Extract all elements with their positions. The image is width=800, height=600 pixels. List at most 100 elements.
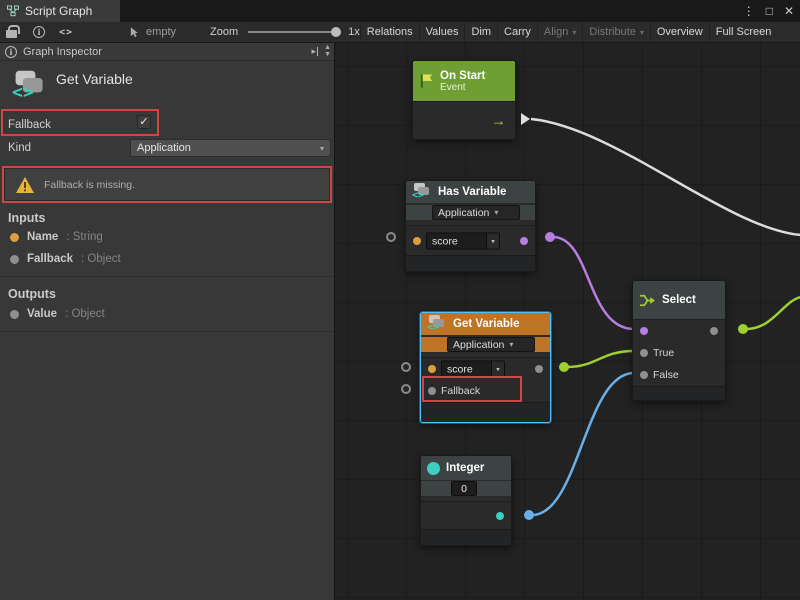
annotation-box-fallback-port — [422, 376, 522, 402]
has-variable-header: <> Has Variable — [406, 181, 535, 203]
integer-header: Integer — [421, 456, 511, 480]
dim-button[interactable]: Dim — [464, 22, 497, 42]
relations-button[interactable]: Relations — [360, 22, 419, 42]
object-port-icon — [10, 255, 19, 264]
kind-label: Kind — [8, 142, 31, 154]
divider — [0, 276, 334, 277]
chevron-down-icon: ▾ — [320, 144, 324, 153]
integer-value-input[interactable]: 0 — [451, 481, 477, 496]
get-variable-footer — [421, 402, 550, 422]
inputs-section-title: Inputs — [8, 211, 46, 225]
false-input-port[interactable] — [640, 371, 648, 379]
info-icon[interactable]: i — [33, 26, 45, 38]
flow-output-port[interactable] — [521, 113, 530, 125]
graph-inspector-panel: i Graph Inspector ▸ ▲ ▼ <> Get Variable … — [0, 43, 335, 600]
chevron-down-icon: ▾ — [572, 28, 576, 37]
graph-toolbar: i <> empty Zoom 1x Relations Values Dim … — [0, 22, 800, 43]
select-output-port-connected[interactable] — [738, 324, 748, 334]
integer-footer — [421, 529, 511, 545]
select-header: Select — [633, 281, 725, 319]
graph-canvas[interactable]: On Start Event → <> Has Variable Applica… — [335, 43, 800, 600]
true-input-port[interactable] — [640, 349, 648, 357]
overview-button[interactable]: Overview — [650, 22, 709, 42]
fullscreen-button[interactable]: Full Screen — [709, 22, 778, 42]
node-title: Has Variable — [438, 186, 506, 198]
node-title: On Start — [440, 70, 485, 82]
on-start-header: On Start Event — [413, 61, 515, 101]
wire-hasvariable-to-select[interactable] — [553, 237, 634, 329]
distribute-button: Distribute ▾ — [582, 22, 649, 42]
node-integer[interactable]: Integer 0 — [420, 455, 512, 546]
wire-flow-onstart[interactable] — [531, 119, 800, 235]
kind-dropdown[interactable]: Application ▾ — [130, 139, 331, 157]
variable-name-value: score — [442, 363, 491, 375]
zoom-value: 1x — [348, 26, 360, 38]
window-titlebar: Script Graph ⋮ □ ✕ — [0, 0, 800, 22]
output-name: Value — [27, 308, 57, 320]
dock-inspector-icon[interactable]: ▸ — [311, 46, 318, 57]
has-variable-body: score ▾ — [406, 225, 535, 255]
inspected-unit-title: Get Variable — [56, 71, 133, 87]
input-name: Name — [27, 231, 58, 243]
integer-output-port[interactable] — [496, 512, 504, 520]
lock-icon[interactable] — [6, 30, 17, 38]
maximize-icon[interactable]: □ — [766, 4, 773, 18]
tab-title: Script Graph — [25, 4, 92, 18]
name-input-port[interactable] — [428, 365, 436, 373]
node-has-variable[interactable]: <> Has Variable Application ▾ score ▾ — [405, 180, 536, 272]
output-type: : Object — [65, 308, 105, 320]
align-button: Align ▾ — [537, 22, 582, 42]
variable-kind-dropdown[interactable]: Application ▾ — [432, 205, 520, 220]
false-port-label: False — [653, 369, 679, 381]
get-variable-header: <> Get Variable — [421, 313, 550, 335]
integer-output-port-connected[interactable] — [524, 510, 534, 520]
align-label: Align — [544, 26, 568, 38]
unconnected-input-port[interactable] — [386, 232, 396, 242]
unconnected-input-port[interactable] — [401, 362, 411, 372]
select-body: True False — [633, 319, 725, 386]
variable-name-dropdown[interactable]: score ▾ — [426, 233, 500, 250]
carry-label: Carry — [504, 26, 531, 38]
script-graph-icon — [7, 5, 19, 17]
bool-output-port-connected[interactable] — [545, 232, 555, 242]
selection-label: empty — [146, 26, 176, 38]
close-icon[interactable]: ✕ — [784, 4, 794, 18]
relations-label: Relations — [367, 26, 413, 38]
condition-input-port[interactable] — [640, 327, 648, 335]
warning-icon — [15, 176, 35, 194]
expand-icon: ▸ — [311, 46, 316, 57]
false-row: False — [633, 364, 725, 386]
node-select[interactable]: Select True False — [632, 280, 726, 401]
input-row-fallback: Fallback : Object — [10, 253, 121, 265]
annotation-box-warning: Fallback is missing. — [2, 166, 332, 203]
node-on-start[interactable]: On Start Event → — [412, 60, 516, 140]
values-button[interactable]: Values — [419, 22, 465, 42]
code-view-icon[interactable]: <> — [59, 27, 73, 38]
bool-output-port[interactable] — [520, 237, 528, 245]
value-output-port[interactable] — [535, 365, 543, 373]
kind-value: Application — [453, 339, 504, 351]
selection-output-port[interactable] — [710, 327, 718, 335]
kebab-menu-icon[interactable]: ⋮ — [743, 4, 755, 18]
value-output-port-connected[interactable] — [559, 362, 569, 372]
name-input-port[interactable] — [413, 237, 421, 245]
tab-script-graph[interactable]: Script Graph — [0, 0, 120, 22]
node-get-variable[interactable]: <> Get Variable Application ▾ score ▾ Fa… — [420, 312, 551, 423]
distribute-label: Distribute — [589, 26, 635, 38]
variable-kind-dropdown[interactable]: Application ▾ — [447, 337, 535, 352]
variable-name-dropdown[interactable]: score ▾ — [441, 361, 505, 378]
inspector-title: Graph Inspector — [23, 46, 102, 58]
unconnected-fallback-port[interactable] — [401, 384, 411, 394]
outputs-section-title: Outputs — [8, 287, 56, 301]
panel-scroll-arrows[interactable]: ▲ ▼ — [324, 44, 331, 58]
input-name: Fallback — [27, 253, 73, 265]
carry-button[interactable]: Carry — [497, 22, 537, 42]
wire-select-output[interactable] — [746, 297, 800, 329]
has-variable-footer — [406, 255, 535, 271]
zoom-slider[interactable] — [248, 31, 340, 33]
integer-body — [421, 501, 511, 529]
zoom-slider-handle[interactable] — [331, 27, 341, 37]
wire-getvariable-to-select-true[interactable] — [567, 351, 634, 367]
string-port-icon — [10, 233, 19, 242]
input-type: : String — [66, 231, 102, 243]
